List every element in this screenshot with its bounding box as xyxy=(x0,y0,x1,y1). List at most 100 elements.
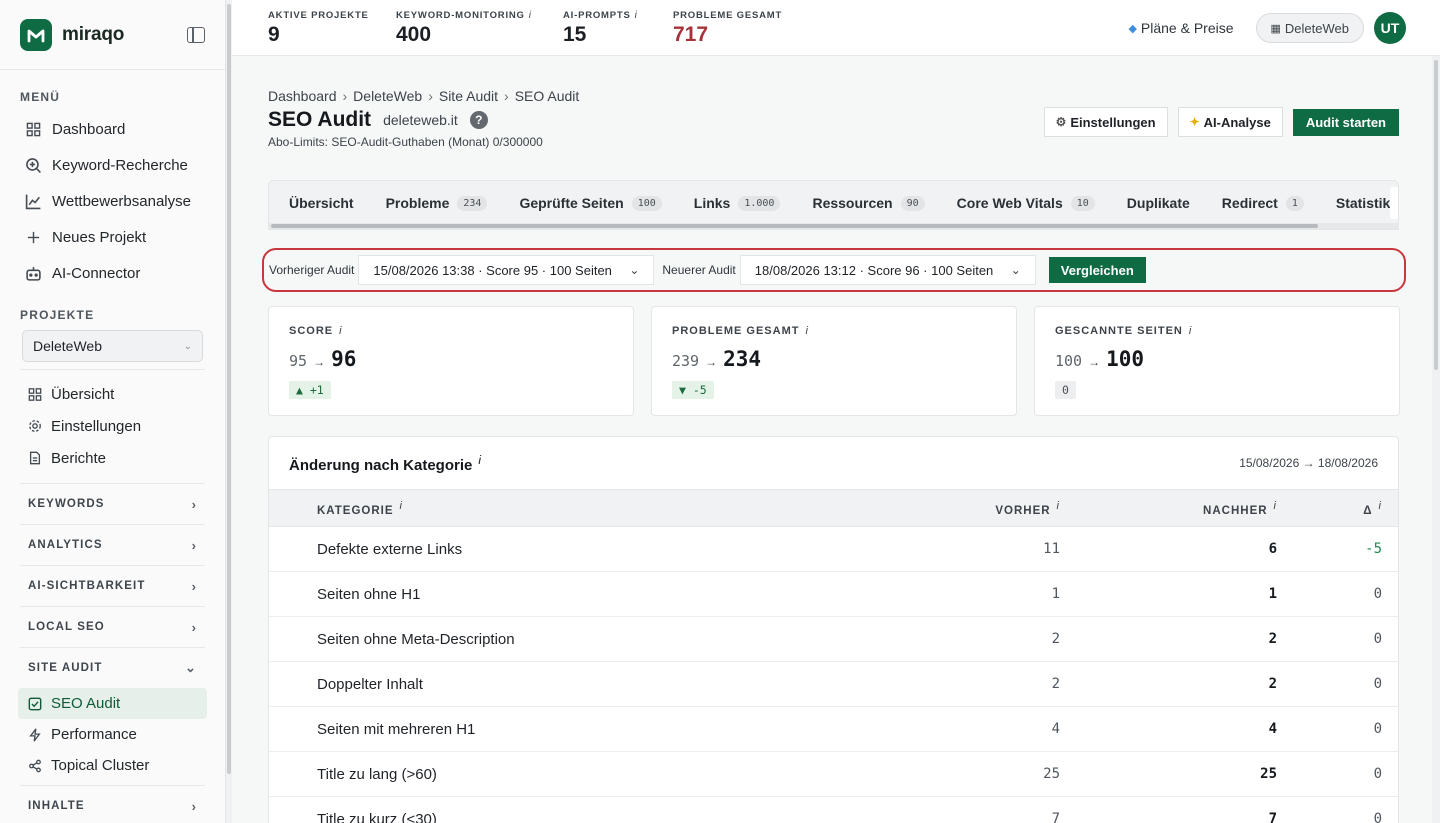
project-item-1[interactable]: Einstellungen xyxy=(0,410,225,442)
table-row[interactable]: Seiten mit mehreren H1 4 4 0 xyxy=(269,707,1398,752)
prev-audit-value: 15/08/2026 13:38 · Score 95 · 100 Seiten xyxy=(373,262,612,278)
chevron-right-icon: › xyxy=(191,578,197,594)
group-analytics[interactable]: ANALYTICS › xyxy=(20,524,205,565)
info-icon[interactable]: i xyxy=(635,10,638,21)
info-icon[interactable]: i xyxy=(339,325,342,337)
workspace-name: DeleteWeb xyxy=(1284,20,1349,36)
info-icon[interactable]: i xyxy=(805,325,808,337)
sidebar-item-keyword-recherche[interactable]: Keyword-Recherche xyxy=(0,147,225,183)
building-icon: ▦ xyxy=(1270,22,1281,35)
table-row[interactable]: Seiten ohne Meta-Description 2 2 0 xyxy=(269,617,1398,662)
info-icon[interactable]: i xyxy=(1189,325,1192,337)
cell-after: 2 xyxy=(1268,631,1277,647)
tab-scrollbar-thumb[interactable] xyxy=(271,224,1318,228)
group-keywords[interactable]: KEYWORDS › xyxy=(20,483,205,524)
ai-analysis-button[interactable]: ✦ AI-Analyse xyxy=(1177,107,1283,137)
info-icon[interactable]: i xyxy=(529,10,532,21)
sidebar-item-ai-connector[interactable]: AI-Connector xyxy=(0,255,225,291)
metric-new-value: 96 xyxy=(331,347,357,371)
col-delta[interactable]: Δi xyxy=(1277,500,1382,517)
col-before[interactable]: VORHER i xyxy=(889,500,1060,517)
plans-label: Pläne & Preise xyxy=(1140,20,1234,36)
compare-button[interactable]: Vergleichen xyxy=(1048,257,1146,283)
site-audit-item-0[interactable]: SEO Audit xyxy=(18,688,207,719)
help-icon[interactable]: ? xyxy=(469,111,488,129)
tab-probleme[interactable]: Probleme 234 xyxy=(386,195,488,211)
tab-label: Probleme xyxy=(385,195,450,211)
cell-after: 1 xyxy=(1268,586,1277,602)
breadcrumb-item[interactable]: DeleteWeb xyxy=(353,88,422,104)
prev-audit-select[interactable]: 15/08/2026 13:38 · Score 95 · 100 Seiten… xyxy=(358,255,655,285)
group-ai-sichtbarkeit[interactable]: AI-SICHTBARKEIT › xyxy=(20,565,205,606)
metric-card: GESCANNTE SEITEN i 100 → 100 0 xyxy=(1034,306,1400,416)
tab-count-badge: 100 xyxy=(631,195,662,211)
cell-before: 2 xyxy=(1051,631,1060,647)
cell-before: 2 xyxy=(1051,676,1060,692)
projects-section-title: PROJEKTE xyxy=(20,308,95,322)
bolt-icon xyxy=(28,727,42,742)
tab-ressourcen[interactable]: Ressourcen 90 xyxy=(812,195,925,211)
table-row[interactable]: Title zu kurz (<30) 7 7 0 xyxy=(269,797,1398,823)
table-row[interactable]: Title zu lang (>60) 25 25 0 xyxy=(269,752,1398,797)
cell-category: Seiten ohne H1 xyxy=(317,585,421,603)
start-audit-button[interactable]: Audit starten xyxy=(1292,108,1399,136)
sidebar-item-dashboard[interactable]: Dashboard xyxy=(0,111,225,147)
info-icon[interactable]: i xyxy=(400,500,403,512)
metric-label: SCORE i xyxy=(289,325,343,337)
group-label: ANALYTICS xyxy=(28,539,103,551)
logo-icon[interactable] xyxy=(20,18,52,51)
plans-link[interactable]: ◆ Pläne & Preise xyxy=(1128,20,1233,36)
project-item-2[interactable]: Berichte xyxy=(0,442,225,474)
chevron-down-icon: ⌄ xyxy=(183,340,192,352)
table-row[interactable]: Defekte externe Links 11 6 -5 xyxy=(269,527,1398,572)
tab--bersicht[interactable]: Übersicht xyxy=(289,195,354,211)
project-item-0[interactable]: Übersicht xyxy=(0,378,225,410)
cell-after: 2 xyxy=(1268,676,1277,692)
tab-core-web-vitals[interactable]: Core Web Vitals 10 xyxy=(957,195,1095,211)
project-item-label: Berichte xyxy=(51,449,107,467)
site-audit-item-1[interactable]: Performance xyxy=(0,719,225,750)
info-icon[interactable]: i xyxy=(478,453,481,467)
page-scrollbar-thumb[interactable] xyxy=(1434,60,1438,370)
gear-icon xyxy=(28,419,42,433)
site-audit-item-2[interactable]: Topical Cluster xyxy=(0,750,225,781)
sidebar-toggle-icon[interactable] xyxy=(187,26,205,43)
info-icon[interactable]: i xyxy=(1379,500,1382,512)
sidebar-scrollbar-thumb[interactable] xyxy=(227,4,231,774)
cell-category: Seiten ohne Meta-Description xyxy=(317,630,515,648)
top-bar: AKTIVE PROJEKTE 9 KEYWORD-MONITORING i 40… xyxy=(232,0,1440,56)
cell-category: Doppelter Inhalt xyxy=(317,675,423,693)
tab-label: Geprüfte Seiten xyxy=(519,195,624,211)
chevron-right-icon: › xyxy=(191,496,197,512)
group-site-audit[interactable]: SITE AUDIT ⌄ xyxy=(20,647,205,688)
table-row[interactable]: Doppelter Inhalt 2 2 0 xyxy=(269,662,1398,707)
table-row[interactable]: Seiten ohne H1 1 1 0 xyxy=(269,572,1398,617)
group-local-seo[interactable]: LOCAL SEO › xyxy=(20,606,205,647)
group-inhalte[interactable]: INHALTE › xyxy=(20,785,205,823)
project-select[interactable]: DeleteWeb ⌄ xyxy=(22,330,203,362)
breadcrumb-item[interactable]: Dashboard xyxy=(268,88,337,104)
breadcrumb-item[interactable]: Site Audit xyxy=(439,88,498,104)
tab-count-badge: 10 xyxy=(1070,195,1095,211)
workspace-chip[interactable]: ▦ DeleteWeb xyxy=(1255,13,1364,43)
stat-keyword-monitoring: KEYWORD-MONITORING i 400 xyxy=(396,10,532,47)
next-audit-select[interactable]: 18/08/2026 13:12 · Score 96 · 100 Seiten… xyxy=(739,255,1036,285)
metric-old-value: 239 xyxy=(672,352,700,370)
cell-delta: 0 xyxy=(1373,631,1382,647)
cell-after: 6 xyxy=(1268,541,1277,557)
site-audit-item-label: Performance xyxy=(51,726,137,743)
sidebar-item-wettbewerbsanalyse[interactable]: Wettbewerbsanalyse xyxy=(0,183,225,219)
sidebar-item-neues-projekt[interactable]: Neues Projekt xyxy=(0,219,225,255)
metric-old-value: 95 xyxy=(289,352,308,370)
settings-button[interactable]: ⚙ Einstellungen xyxy=(1043,107,1168,137)
tab-gepr-fte-seiten[interactable]: Geprüfte Seiten 100 xyxy=(519,195,662,211)
col-category[interactable]: KATEGORIE i xyxy=(269,500,889,517)
avatar[interactable]: UT xyxy=(1374,12,1406,44)
breadcrumb-item: SEO Audit xyxy=(514,88,580,104)
tab-links[interactable]: Links 1.000 xyxy=(694,195,781,211)
tab-redirect[interactable]: Redirect 1 xyxy=(1222,195,1304,211)
tab-count-badge: 234 xyxy=(457,195,488,211)
chevron-down-icon: ⌄ xyxy=(1010,263,1021,277)
col-after[interactable]: NACHHER i xyxy=(1060,500,1277,517)
tab-duplikate[interactable]: Duplikate xyxy=(1127,195,1190,211)
